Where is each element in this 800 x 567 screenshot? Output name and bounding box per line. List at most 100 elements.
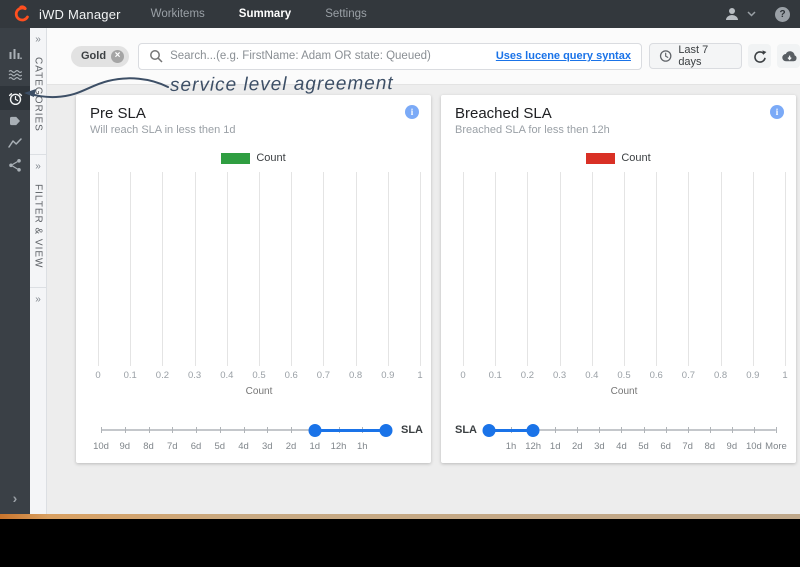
gridline bbox=[259, 172, 260, 366]
x-tick-label: 0.3 bbox=[552, 370, 567, 381]
nav-item-summary[interactable]: Summary bbox=[239, 8, 291, 20]
chevron-down-icon[interactable] bbox=[747, 11, 756, 17]
expand-panel-icon[interactable]: » bbox=[35, 162, 41, 172]
slider-tick-label: 4d bbox=[616, 441, 627, 452]
x-tick-label: 1 bbox=[782, 370, 788, 381]
slider-handle[interactable] bbox=[526, 423, 540, 437]
sidebar-item-tag[interactable] bbox=[0, 110, 30, 132]
rail-expand-chevron-icon[interactable]: › bbox=[13, 490, 18, 506]
search-input[interactable] bbox=[170, 50, 496, 62]
slider-tick-label: 12h bbox=[330, 441, 347, 452]
search-toolbar: Gold × Uses lucene query syntax bbox=[47, 28, 800, 85]
x-tick-label: 0.6 bbox=[284, 370, 298, 381]
sidebar-item-bar-chart[interactable] bbox=[0, 42, 30, 64]
gridline bbox=[323, 172, 325, 366]
panel-filter-view-collapsed: » FILTER & VIEW bbox=[30, 155, 46, 288]
gridline bbox=[527, 172, 529, 366]
slider-tick-label: 10d bbox=[745, 441, 762, 452]
x-tick-label: 0.7 bbox=[681, 370, 695, 381]
top-navbar: iWD Manager Workitems Summary Settings ? bbox=[0, 0, 800, 28]
panel-label-categories[interactable]: CATEGORIES bbox=[33, 57, 44, 132]
x-tick-label: 0.9 bbox=[746, 370, 760, 381]
chip-close-icon[interactable]: × bbox=[111, 49, 125, 63]
sla-range-slider: 10d 9d 8d 7d 6d 5d 4d 3d 2d 1d 12h 1h SLA bbox=[93, 421, 423, 461]
slider-tick bbox=[599, 427, 601, 433]
panel-label-filter-view[interactable]: FILTER & VIEW bbox=[33, 184, 44, 269]
black-bottom-area bbox=[0, 519, 800, 567]
slider-tick-label: 1d bbox=[549, 441, 561, 452]
slider-handle[interactable] bbox=[482, 423, 496, 437]
x-tick-label: 0.5 bbox=[252, 370, 266, 381]
legend-label: Count bbox=[256, 152, 286, 164]
info-icon[interactable]: i bbox=[405, 105, 419, 119]
gridline bbox=[720, 172, 722, 366]
slider-tick-label: 8d bbox=[143, 441, 154, 452]
slider-tick bbox=[124, 427, 126, 433]
bar-chart-icon bbox=[9, 49, 22, 60]
expand-panel-icon[interactable]: » bbox=[35, 295, 41, 305]
expand-panel-icon[interactable]: » bbox=[35, 35, 41, 45]
gridline bbox=[785, 172, 786, 366]
info-icon[interactable]: i bbox=[770, 105, 784, 119]
nav-item-workitems[interactable]: Workitems bbox=[151, 8, 205, 20]
slider-handle[interactable] bbox=[379, 423, 393, 437]
filter-chip-gold[interactable]: Gold × bbox=[71, 45, 130, 67]
x-tick-label: 0 bbox=[95, 370, 101, 381]
summary-content: Pre SLA Will reach SLA in less then 1d i… bbox=[47, 85, 800, 514]
user-icon[interactable] bbox=[724, 6, 740, 22]
refresh-button[interactable] bbox=[748, 44, 772, 68]
x-axis-ticks: 0 0.1 0.2 0.3 0.4 0.5 0.6 0.7 0.8 0.9 1 bbox=[460, 370, 788, 382]
slider-tick-label: 3d bbox=[261, 441, 273, 452]
app-window: iWD Manager Workitems Summary Settings ? bbox=[0, 0, 800, 514]
x-tick-label: 0 bbox=[460, 370, 466, 381]
sidebar-item-trend[interactable] bbox=[0, 132, 30, 154]
card-subtitle: Will reach SLA in less then 1d bbox=[90, 124, 236, 136]
share-icon bbox=[9, 159, 21, 172]
time-range-label: Last 7 days bbox=[678, 44, 709, 68]
chart-legend: Count bbox=[441, 152, 796, 164]
sidebar-item-sla-clock[interactable] bbox=[0, 86, 30, 110]
gridline bbox=[591, 172, 593, 366]
slider-tick bbox=[148, 427, 150, 433]
chart-legend: Count bbox=[76, 152, 431, 164]
slider-tick bbox=[172, 427, 174, 433]
sidebar-item-waves[interactable] bbox=[0, 64, 30, 86]
slider-tick-label: 7d bbox=[682, 441, 693, 452]
slider-tick bbox=[687, 427, 689, 433]
nav-item-settings[interactable]: Settings bbox=[325, 8, 367, 20]
gridline bbox=[194, 172, 196, 366]
slider-handle[interactable] bbox=[308, 423, 322, 437]
slider-tick bbox=[753, 427, 755, 433]
legend-swatch bbox=[221, 152, 251, 164]
gridline bbox=[162, 172, 164, 366]
filter-chip-label: Gold bbox=[81, 50, 107, 62]
sidebar-item-share[interactable] bbox=[0, 154, 30, 176]
slider-tick-label: 1h bbox=[356, 441, 368, 452]
download-button[interactable] bbox=[777, 44, 800, 68]
genesys-logo-icon bbox=[14, 5, 29, 22]
x-tick-label: 0.4 bbox=[220, 370, 234, 381]
x-axis-ticks: 0 0.1 0.2 0.3 0.4 0.5 0.6 0.7 0.8 0.9 1 bbox=[95, 370, 423, 382]
slider-active-range[interactable] bbox=[314, 428, 386, 432]
app-title: iWD Manager bbox=[39, 6, 121, 22]
help-icon[interactable]: ? bbox=[775, 6, 790, 22]
slider-tick-label: 6d bbox=[190, 441, 202, 452]
gridline bbox=[559, 172, 561, 366]
slider-tick-label: 10d bbox=[93, 441, 109, 452]
slider-tick-label: 5d bbox=[638, 441, 649, 452]
gridline bbox=[387, 172, 389, 366]
x-tick-label: 1 bbox=[417, 370, 423, 381]
lucene-syntax-link[interactable]: Uses lucene query syntax bbox=[496, 50, 631, 62]
slider-tick-label: 1h bbox=[505, 441, 517, 452]
chart-plot-area bbox=[463, 172, 786, 366]
slider-tick bbox=[709, 427, 711, 433]
slider-tick-label: 3d bbox=[594, 441, 605, 452]
panel-extra-collapsed: » bbox=[30, 288, 46, 514]
breached-sla-card: Breached SLA Breached SLA for less then … bbox=[441, 95, 796, 463]
slider-sla-label: SLA bbox=[455, 424, 477, 436]
gridline bbox=[624, 172, 625, 366]
x-tick-label: 0.2 bbox=[520, 370, 534, 381]
chart-plot-area bbox=[98, 172, 421, 366]
time-range-button[interactable]: Last 7 days bbox=[648, 43, 743, 69]
slider-tick bbox=[577, 427, 579, 433]
